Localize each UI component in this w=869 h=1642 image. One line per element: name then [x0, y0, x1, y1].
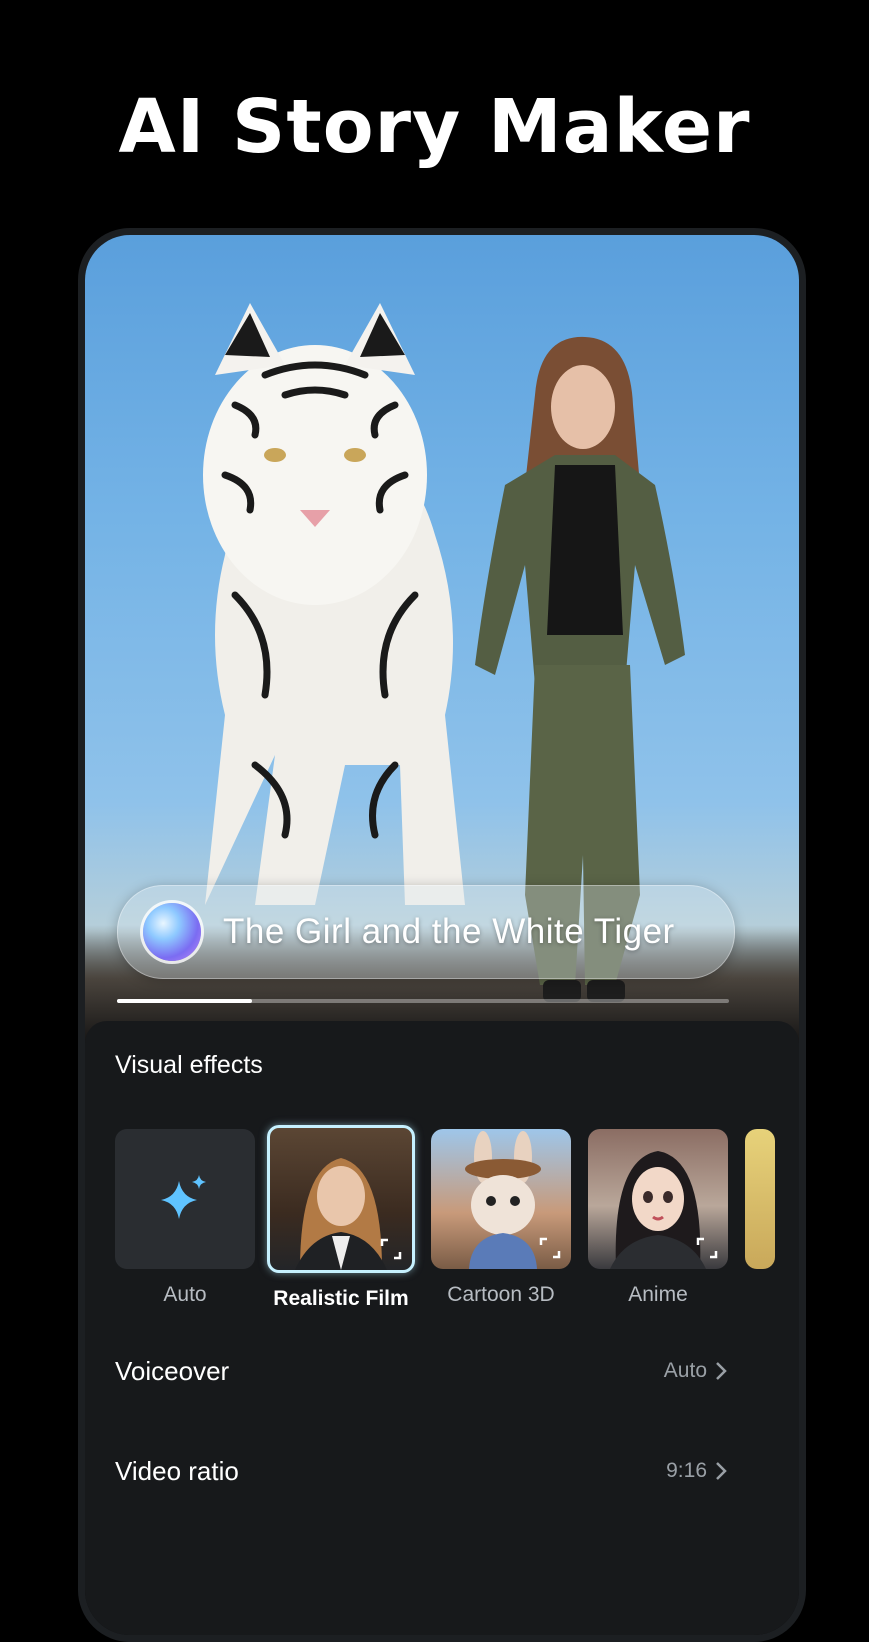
phone-frame: The Girl and the White Tiger Visual effe… [78, 228, 806, 1642]
story-title: The Girl and the White Tiger [223, 912, 675, 951]
chevron-right-icon [716, 1462, 727, 1480]
expand-frame-icon [696, 1237, 718, 1259]
sparkle-icon [161, 1175, 206, 1219]
progress-fill [117, 999, 252, 1003]
settings-panel: Visual effects Auto Realistic Film Carto… [85, 1021, 799, 1635]
effect-thumbnail-realistic-film [267, 1125, 415, 1273]
effect-label-cartoon-3d: Cartoon 3D [447, 1283, 555, 1306]
voiceover-value: Auto [663, 1359, 707, 1382]
effect-option-realistic-film[interactable]: Realistic Film [267, 1125, 415, 1311]
effect-thumbnail-auto [115, 1129, 255, 1269]
story-title-pill[interactable]: The Girl and the White Tiger [117, 885, 735, 979]
video-ratio-value-group: 9:16 [666, 1459, 727, 1483]
promo-headline: AI Story Maker [118, 84, 751, 170]
voiceover-label: Voiceover [115, 1355, 230, 1386]
white-tiger-illustration [203, 303, 465, 905]
video-ratio-label: Video ratio [115, 1455, 239, 1486]
effect-label-realistic-film: Realistic Film [273, 1287, 409, 1310]
effect-thumbnail-partial [745, 1129, 775, 1269]
preview-progress-bar[interactable] [117, 999, 729, 1003]
effect-option-anime[interactable]: Anime [588, 1129, 728, 1307]
ai-orb-icon [143, 903, 201, 961]
video-ratio-row[interactable]: Video ratio 9:16 [115, 1451, 727, 1491]
effect-thumbnail-cartoon-3d [431, 1129, 571, 1269]
effect-option-auto[interactable]: Auto [115, 1129, 255, 1307]
expand-frame-icon [539, 1237, 561, 1259]
effect-option-partial[interactable] [745, 1129, 775, 1269]
voiceover-value-group: Auto [664, 1359, 727, 1383]
voiceover-row[interactable]: Voiceover Auto [115, 1351, 727, 1391]
story-preview-image[interactable]: The Girl and the White Tiger [85, 235, 799, 1045]
visual-effects-title: Visual effects [115, 1051, 263, 1079]
effect-option-cartoon-3d[interactable]: Cartoon 3D [431, 1129, 571, 1307]
effect-label-auto: Auto [163, 1283, 207, 1306]
effect-label-anime: Anime [628, 1283, 688, 1306]
visual-effects-list: Auto Realistic Film Cartoon 3D Anime [115, 1125, 799, 1329]
video-ratio-value: 9:16 [666, 1459, 707, 1482]
effect-thumbnail-anime [588, 1129, 728, 1269]
expand-frame-icon [380, 1238, 402, 1260]
chevron-right-icon [716, 1362, 727, 1380]
